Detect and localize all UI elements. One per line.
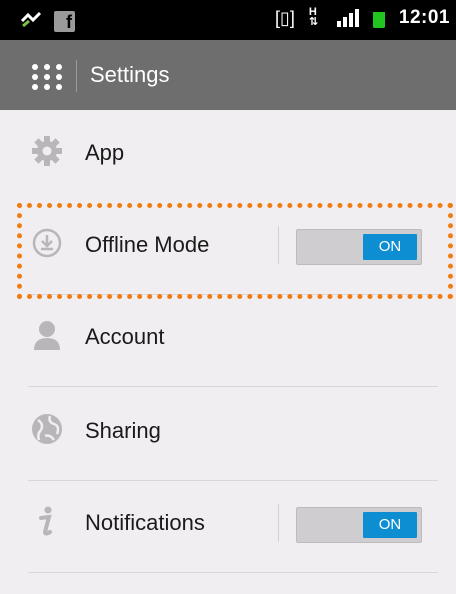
item-separator — [278, 504, 279, 542]
page-title: Settings — [90, 62, 170, 87]
status-right: [▯] H ⇅ 12:01 — [275, 7, 450, 29]
settings-item-label: Offline Mode — [85, 232, 210, 257]
globe-icon — [30, 412, 64, 446]
offline-mode-toggle[interactable]: ON — [296, 229, 422, 265]
hspa-icon: H ⇅ — [309, 7, 323, 29]
person-icon — [30, 318, 64, 352]
gear-icon — [30, 134, 64, 168]
action-bar-separator — [76, 60, 77, 92]
apps-grid-icon[interactable] — [32, 64, 62, 90]
status-bar: f [▯] H ⇅ 12:01 — [0, 0, 456, 40]
info-icon — [30, 504, 64, 538]
settings-item-label: Notifications — [85, 510, 205, 535]
settings-item-sharing[interactable]: Sharing — [0, 388, 456, 480]
settings-item-app[interactable]: App — [0, 110, 456, 202]
download-icon — [30, 226, 64, 260]
settings-item-label: Account — [85, 324, 165, 349]
battery-icon — [372, 8, 385, 28]
facebook-icon: f — [54, 11, 75, 32]
usb-debug-icon — [20, 9, 42, 34]
status-left: f — [20, 9, 75, 34]
settings-item-notifications[interactable]: Notifications ON — [0, 480, 456, 572]
settings-list: App Offline Mode ON Account Sharing Noti… — [0, 110, 456, 594]
settings-item-label: Sharing — [85, 418, 161, 443]
settings-item-label: App — [85, 140, 125, 165]
toggle-on-indicator: ON — [363, 234, 417, 260]
action-bar: Settings — [0, 40, 456, 110]
divider — [28, 572, 438, 573]
notifications-toggle[interactable]: ON — [296, 507, 422, 543]
status-time: 12:01 — [398, 7, 450, 28]
signal-icon — [336, 9, 359, 27]
divider — [28, 386, 438, 387]
hspa-arrows: ⇅ — [308, 16, 319, 28]
vibrate-icon: [▯] — [274, 7, 295, 28]
item-separator — [278, 226, 279, 264]
toggle-on-indicator: ON — [363, 512, 417, 538]
settings-item-offline-mode[interactable]: Offline Mode ON — [0, 202, 456, 294]
settings-item-account[interactable]: Account — [0, 294, 456, 386]
